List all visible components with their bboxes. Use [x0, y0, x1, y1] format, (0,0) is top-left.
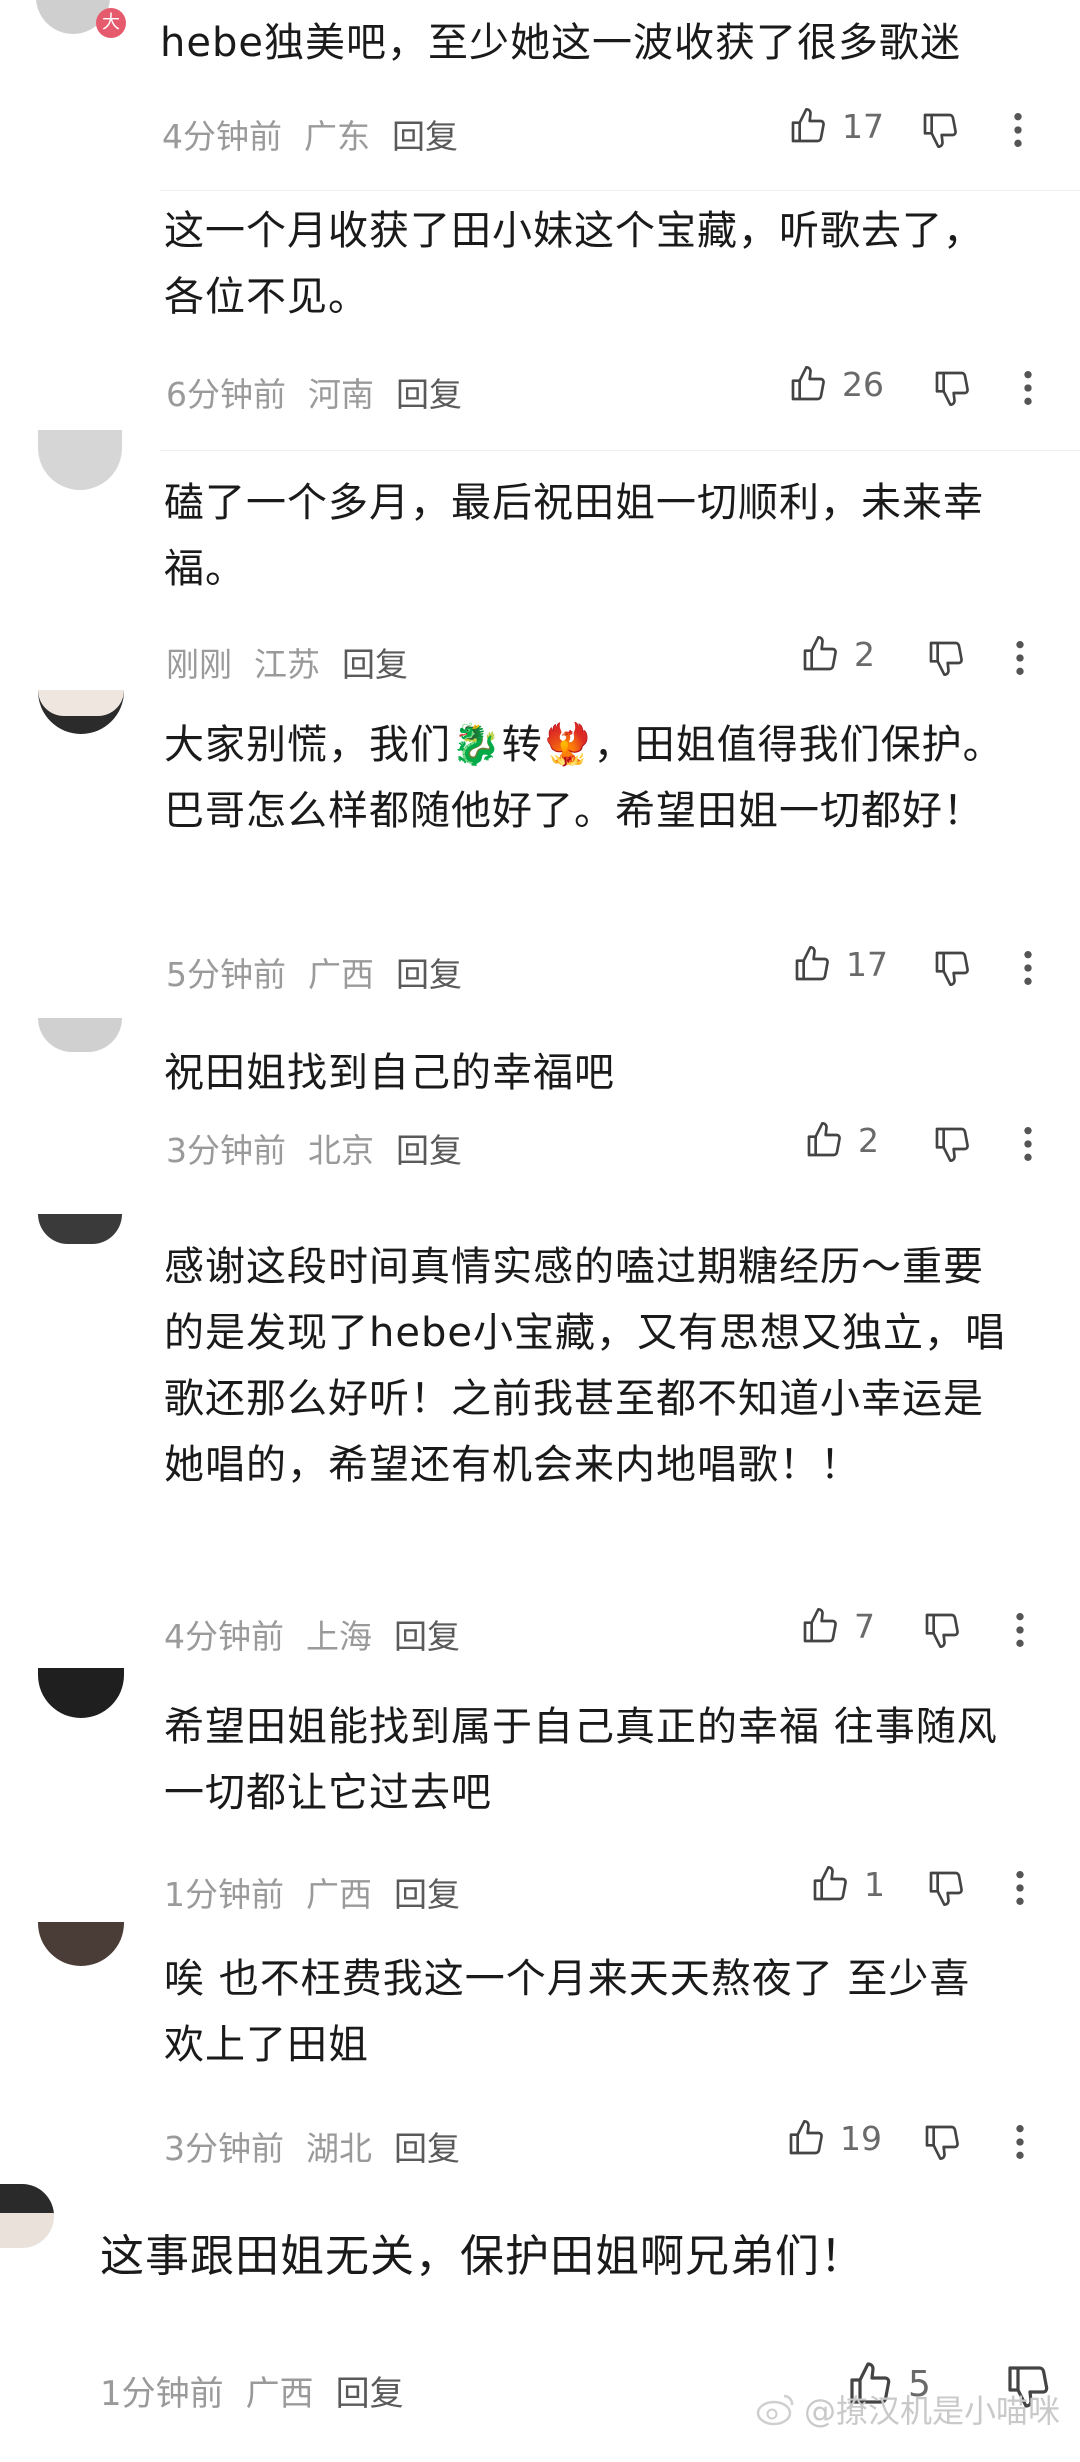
comment-meta: 4分钟前 上海 回复 [164, 1610, 482, 1658]
more-vertical-icon[interactable] [1010, 638, 1030, 678]
like-count: 2 [858, 1120, 879, 1160]
like-count: 17 [842, 106, 884, 146]
comment-text: 感谢这段时间真情实感的嗑过期糖经历～重要的是发现了hebe小宝藏，又有思想又独立… [164, 1244, 1006, 1488]
comment-location: 上海 [306, 1617, 372, 1656]
thumbs-down-icon[interactable] [920, 110, 960, 150]
comment-meta: 4分钟前 广东 回复 [162, 110, 480, 158]
avatar[interactable] [38, 1214, 122, 1244]
comment-location: 广西 [308, 955, 374, 994]
thumbs-down-icon[interactable] [932, 948, 972, 988]
thumbs-up-icon [792, 944, 832, 984]
like-count: 19 [840, 2118, 882, 2158]
comment-location: 广西 [245, 2374, 314, 2414]
thumbs-down-icon[interactable] [932, 368, 972, 408]
comment-meta: 1分钟前 广西 回复 [100, 2366, 426, 2415]
comment-text: 希望田姐能找到属于自己真正的幸福 往事随风 一切都让它过去吧 [164, 1704, 998, 1816]
comment-time: 刚刚 [166, 645, 232, 684]
comment-time: 4分钟前 [162, 117, 282, 156]
thumbs-up-icon [804, 1120, 844, 1160]
avatar[interactable] [38, 430, 122, 490]
comment-time: 1分钟前 [164, 1875, 284, 1914]
reply-button[interactable]: 回复 [394, 1875, 460, 1914]
comment-text: 这事跟田姐无关，保护田姐啊兄弟们！ [100, 2231, 865, 2282]
like-button[interactable]: 2 [804, 1120, 879, 1160]
comment-time: 5分钟前 [166, 955, 286, 994]
comment-meta: 3分钟前 湖北 回复 [164, 2122, 482, 2170]
avatar[interactable] [0, 2184, 54, 2248]
thumbs-down-icon[interactable] [932, 1124, 972, 1164]
comment-time: 1分钟前 [100, 2374, 224, 2414]
comment-text: 这一个月收获了田小妹这个宝藏，听歌去了，各位不见。 [164, 208, 984, 320]
reply-button[interactable]: 回复 [394, 2129, 460, 2168]
thumbs-down-icon[interactable] [922, 2122, 962, 2162]
comment-location: 广东 [304, 117, 370, 156]
watermark: @撩汉机是小喵咪 [756, 2386, 1060, 2432]
comment-time: 4分钟前 [164, 1617, 284, 1656]
more-vertical-icon[interactable] [1010, 1610, 1030, 1650]
reply-button[interactable]: 回复 [396, 1131, 462, 1170]
like-button[interactable]: 7 [800, 1606, 875, 1646]
divider [160, 190, 1080, 191]
more-vertical-icon[interactable] [1008, 110, 1028, 150]
reply-button[interactable]: 回复 [396, 955, 462, 994]
more-vertical-icon[interactable] [1018, 368, 1038, 408]
like-count: 26 [842, 364, 884, 404]
comment-meta: 1分钟前 广西 回复 [164, 1868, 482, 1916]
watermark-text: @撩汉机是小喵咪 [803, 2392, 1060, 2430]
like-count: 1 [864, 1864, 885, 1904]
more-vertical-icon[interactable] [1010, 2122, 1030, 2162]
comment-location: 江苏 [254, 645, 320, 684]
comment-text: 祝田姐找到自己的幸福吧 [164, 1050, 615, 1096]
thumbs-down-icon[interactable] [926, 638, 966, 678]
comment-location: 北京 [308, 1131, 374, 1170]
avatar[interactable] [38, 1668, 124, 1718]
comment-time: 3分钟前 [166, 1131, 286, 1170]
thumbs-down-icon[interactable] [926, 1868, 966, 1908]
comment-meta: 3分钟前 北京 回复 [166, 1124, 484, 1172]
thumbs-up-icon [788, 364, 828, 404]
comment-time: 3分钟前 [164, 2129, 284, 2168]
like-button[interactable]: 17 [788, 106, 884, 146]
thumbs-up-icon [788, 106, 828, 146]
more-vertical-icon[interactable] [1018, 1124, 1038, 1164]
more-vertical-icon[interactable] [1010, 1868, 1030, 1908]
reply-button[interactable]: 回复 [396, 375, 462, 414]
reply-button[interactable]: 回复 [342, 645, 408, 684]
comment-meta: 刚刚 江苏 回复 [166, 638, 430, 686]
avatar[interactable] [38, 1018, 122, 1052]
comment-text: hebe独美吧，至少她这一波收获了很多歌迷 [160, 20, 961, 66]
like-button[interactable]: 1 [810, 1864, 885, 1904]
more-vertical-icon[interactable] [1018, 948, 1038, 988]
weibo-logo-icon [756, 2392, 796, 2426]
divider [160, 450, 1080, 451]
like-button[interactable]: 26 [788, 364, 884, 404]
reply-button[interactable]: 回复 [336, 2374, 404, 2414]
like-count: 7 [854, 1606, 875, 1646]
comment-location: 河南 [308, 375, 374, 414]
avatar[interactable] [38, 690, 124, 734]
thumbs-up-icon [810, 1864, 850, 1904]
reply-button[interactable]: 回复 [394, 1617, 460, 1656]
comment-time: 6分钟前 [166, 375, 286, 414]
comment-text: 磕了一个多月，最后祝田姐一切顺利，未来幸福。 [164, 480, 984, 592]
avatar[interactable] [38, 1922, 124, 1966]
comment-text: 唉 也不枉费我这一个月来天天熬夜了 至少喜欢上了田姐 [164, 1956, 971, 2068]
like-button[interactable]: 2 [800, 634, 875, 674]
like-count: 2 [854, 634, 875, 674]
reply-button[interactable]: 回复 [392, 117, 458, 156]
thumbs-down-icon[interactable] [922, 1610, 962, 1650]
thumbs-up-icon [800, 634, 840, 674]
like-button[interactable]: 19 [786, 2118, 882, 2158]
comment-location: 湖北 [306, 2129, 372, 2168]
thumbs-up-icon [800, 1606, 840, 1646]
comment-meta: 5分钟前 广西 回复 [166, 948, 484, 996]
comment-text: 大家别慌，我们🐉转🐦‍🔥，田姐值得我们保护。巴哥怎么样都随他好了。希望田姐一切都… [164, 722, 1004, 834]
like-count: 17 [846, 944, 888, 984]
level-badge: 大 [96, 8, 126, 38]
thumbs-up-icon [786, 2118, 826, 2158]
comment-meta: 6分钟前 河南 回复 [166, 368, 484, 416]
comment-location: 广西 [306, 1875, 372, 1914]
like-button[interactable]: 17 [792, 944, 888, 984]
